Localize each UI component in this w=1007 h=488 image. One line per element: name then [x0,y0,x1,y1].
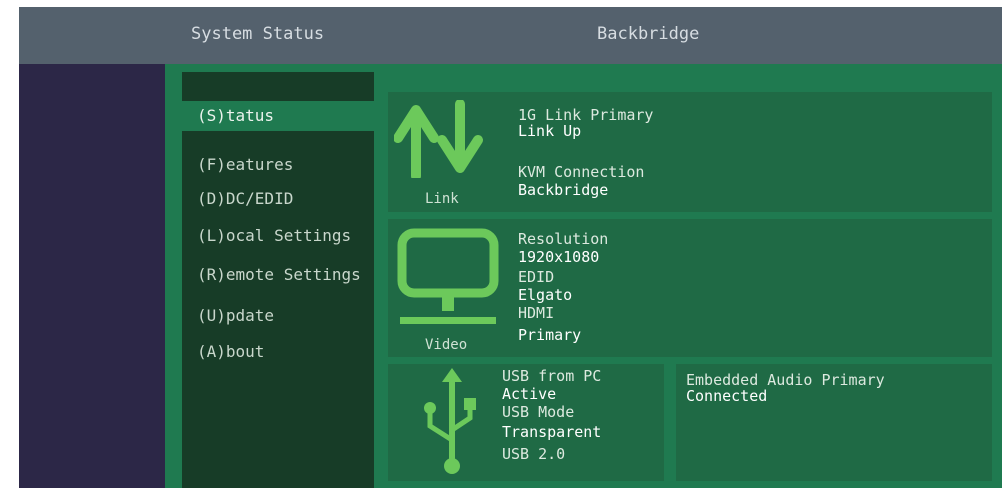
main-menu: (S)tatus (F)eatures (D)DC/EDID (L)ocal S… [182,72,374,488]
monitor-icon [394,227,504,331]
menu-item-ddc-edid[interactable]: (D)DC/EDID [182,184,374,214]
device-name: Backbridge [597,24,700,44]
resolution-label: Resolution [518,230,609,248]
menu-item-status[interactable]: (S)tatus [182,101,374,131]
up-down-arrows-icon [394,100,484,178]
menu-item-features[interactable]: (F)eatures [182,150,374,180]
usb-from-pc-value: Active [502,385,557,403]
menu-item-remote-settings[interactable]: (R)emote Settings [182,260,374,290]
usb-from-pc-label: USB from PC [502,367,602,385]
kvm-connection-value: Backbridge [518,181,609,199]
audio-label: Embedded Audio Primary [686,371,885,389]
link-caption: Link [425,191,459,207]
menu-item-about[interactable]: (A)bout [182,337,374,367]
menu-item-local-settings[interactable]: (L)ocal Settings [182,221,374,251]
usb-mode-value: Transparent [502,423,602,441]
kvm-connection-label: KVM Connection [518,163,645,181]
link-card: Link 1G Link Primary Link Up KVM Connect… [388,92,992,212]
left-panel [19,64,165,488]
hdmi-value: Primary [518,326,582,344]
video-card: Video Resolution 1920x1080 EDID Elgato H… [388,219,992,357]
header-bar: System Status Backbridge [19,7,1002,64]
device-screen: System Status Backbridge (S)tatus (F)eat… [19,7,1002,488]
edid-label: EDID [518,268,555,286]
audio-value: Connected [686,387,768,405]
hdmi-label: HDMI [518,304,555,322]
usb-mode-label: USB Mode [502,403,575,421]
usb-card: USB from PC Active USB Mode Transparent … [388,364,664,481]
video-caption: Video [425,337,468,353]
usb-version-label: USB 2.0 [502,445,566,463]
link-primary-value: Link Up [518,122,582,140]
usb-icon [418,368,478,476]
page-title: System Status [191,24,325,44]
resolution-value: 1920x1080 [518,248,600,266]
audio-card: Embedded Audio Primary Connected [676,364,992,481]
status-main: Link 1G Link Primary Link Up KVM Connect… [374,64,1002,488]
edid-value: Elgato [518,286,573,304]
menu-item-update[interactable]: (U)pdate [182,301,374,331]
link-primary-label: 1G Link Primary [518,106,654,124]
